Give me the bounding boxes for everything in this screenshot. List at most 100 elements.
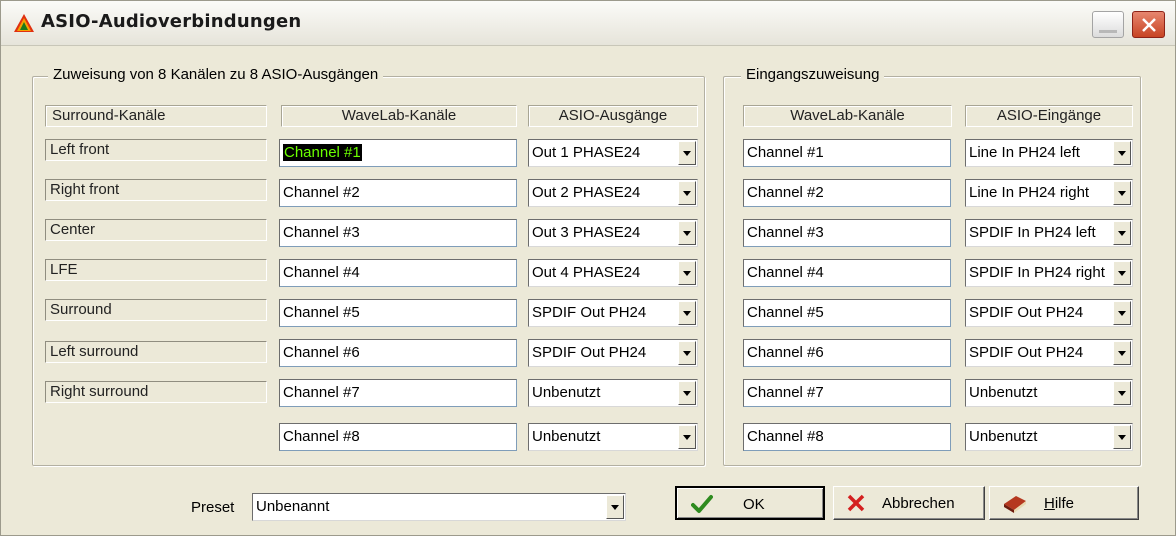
input-wavelab-channel-field[interactable]: Channel #4 [743, 259, 951, 287]
asio-input-value: SPDIF In PH24 right [969, 264, 1105, 281]
ok-button[interactable]: OK [675, 486, 825, 520]
asio-inputs-header: ASIO-Eingänge [965, 105, 1133, 127]
wavelab-channels-header: WaveLab-Kanäle [281, 105, 517, 127]
minimize-button[interactable] [1092, 11, 1124, 38]
input-wavelab-channel-field[interactable]: Channel #5 [743, 299, 951, 327]
chevron-down-icon[interactable] [1113, 341, 1131, 365]
chevron-down-icon[interactable] [1113, 181, 1131, 205]
chevron-down-icon[interactable] [678, 261, 696, 285]
wavelab-channel-value: Channel #6 [283, 344, 360, 361]
wavelab-channel-field[interactable]: Channel #7 [279, 379, 517, 407]
input-wavelab-channel-value: Channel #3 [747, 224, 824, 241]
input-wavelab-channels-header: WaveLab-Kanäle [743, 105, 952, 127]
input-wavelab-channel-value: Channel #7 [747, 384, 824, 401]
chevron-down-icon[interactable] [606, 495, 624, 519]
minimize-icon [1099, 30, 1117, 33]
input-group-legend: Eingangszuweisung [741, 66, 885, 83]
asio-output-value: SPDIF Out PH24 [532, 344, 647, 361]
asio-input-value: Unbenutzt [969, 428, 1038, 445]
input-wavelab-channel-field[interactable]: Channel #1 [743, 139, 951, 167]
asio-output-dropdown[interactable]: SPDIF Out PH24 [528, 339, 698, 367]
input-wavelab-channel-value: Channel #8 [747, 428, 824, 445]
chevron-down-icon[interactable] [1113, 261, 1131, 285]
asio-input-dropdown[interactable]: Unbenutzt [965, 379, 1133, 407]
asio-output-dropdown[interactable]: Out 3 PHASE24 [528, 219, 698, 247]
input-wavelab-channel-value: Channel #4 [747, 264, 824, 281]
surround-channel-label: LFE [45, 259, 267, 281]
chevron-down-icon[interactable] [1113, 425, 1131, 449]
asio-output-dropdown[interactable]: Unbenutzt [528, 379, 698, 407]
asio-input-dropdown[interactable]: SPDIF In PH24 right [965, 259, 1133, 287]
help-mnemonic: H [1044, 495, 1055, 512]
checkmark-icon [691, 495, 713, 513]
wavelab-channel-field[interactable]: Channel #5 [279, 299, 517, 327]
chevron-down-icon[interactable] [678, 181, 696, 205]
asio-input-dropdown[interactable]: Line In PH24 left [965, 139, 1133, 167]
ok-button-label: OK [743, 496, 765, 513]
help-button[interactable]: Hilfe [989, 486, 1139, 520]
input-wavelab-channel-field[interactable]: Channel #3 [743, 219, 951, 247]
surround-channel-label: Center [45, 219, 267, 241]
app-triangle-icon [14, 14, 34, 32]
input-wavelab-channel-field[interactable]: Channel #8 [743, 423, 951, 451]
chevron-down-icon[interactable] [1113, 141, 1131, 165]
input-wavelab-channel-value: Channel #5 [747, 304, 824, 321]
asio-output-value: SPDIF Out PH24 [532, 304, 647, 321]
asio-output-value: Out 2 PHASE24 [532, 184, 641, 201]
asio-input-dropdown[interactable]: SPDIF In PH24 left [965, 219, 1133, 247]
chevron-down-icon[interactable] [678, 381, 696, 405]
asio-output-dropdown[interactable]: Out 2 PHASE24 [528, 179, 698, 207]
window-title: ASIO-Audioverbindungen [41, 11, 302, 32]
chevron-down-icon[interactable] [678, 341, 696, 365]
asio-input-value: Line In PH24 right [969, 184, 1090, 201]
asio-input-dropdown[interactable]: SPDIF Out PH24 [965, 299, 1133, 327]
help-book-icon [1004, 496, 1026, 513]
chevron-down-icon[interactable] [678, 141, 696, 165]
preset-dropdown[interactable]: Unbenannt [252, 493, 626, 521]
cancel-x-icon [847, 494, 865, 512]
title-bar[interactable]: ASIO-Audioverbindungen [1, 1, 1175, 46]
surround-channels-header: Surround-Kanäle [45, 105, 267, 127]
asio-input-dropdown[interactable]: Unbenutzt [965, 423, 1133, 451]
chevron-down-icon[interactable] [1113, 301, 1131, 325]
asio-input-dropdown[interactable]: SPDIF Out PH24 [965, 339, 1133, 367]
asio-input-dropdown[interactable]: Line In PH24 right [965, 179, 1133, 207]
wavelab-channel-field[interactable]: Channel #4 [279, 259, 517, 287]
input-wavelab-channel-field[interactable]: Channel #2 [743, 179, 951, 207]
chevron-down-icon[interactable] [1113, 381, 1131, 405]
wavelab-channel-value: Channel #5 [283, 304, 360, 321]
wavelab-channel-field[interactable]: Channel #6 [279, 339, 517, 367]
surround-channel-label: Surround [45, 299, 267, 321]
wavelab-channel-value: Channel #2 [283, 184, 360, 201]
asio-input-value: SPDIF Out PH24 [969, 344, 1084, 361]
asio-output-value: Out 4 PHASE24 [532, 264, 641, 281]
surround-channel-label: Right surround [45, 381, 267, 403]
wavelab-channel-field[interactable]: Channel #3 [279, 219, 517, 247]
input-wavelab-channel-field[interactable]: Channel #7 [743, 379, 951, 407]
asio-output-dropdown[interactable]: Unbenutzt [528, 423, 698, 451]
asio-output-dropdown[interactable]: Out 1 PHASE24 [528, 139, 698, 167]
chevron-down-icon[interactable] [678, 301, 696, 325]
asio-output-dropdown[interactable]: SPDIF Out PH24 [528, 299, 698, 327]
preset-value: Unbenannt [256, 498, 330, 515]
preset-label: Preset [191, 499, 235, 516]
asio-dialog-window: ASIO-Audioverbindungen Zuweisung von 8 K… [0, 0, 1176, 536]
wavelab-channel-field[interactable]: Channel #2 [279, 179, 517, 207]
asio-output-value: Out 1 PHASE24 [532, 144, 641, 161]
cancel-button[interactable]: Abbrechen [833, 486, 985, 520]
asio-output-dropdown[interactable]: Out 4 PHASE24 [528, 259, 698, 287]
input-wavelab-channel-value: Channel #1 [747, 144, 824, 161]
asio-outputs-header: ASIO-Ausgänge [528, 105, 698, 127]
wavelab-channel-field[interactable]: Channel #8 [279, 423, 517, 451]
cancel-button-label: Abbrechen [882, 495, 955, 512]
chevron-down-icon[interactable] [678, 221, 696, 245]
help-button-label: Hilfe [1044, 495, 1074, 512]
chevron-down-icon[interactable] [1113, 221, 1131, 245]
input-wavelab-channel-field[interactable]: Channel #6 [743, 339, 951, 367]
asio-input-value: Line In PH24 left [969, 144, 1080, 161]
wavelab-channel-value: Channel #1 [283, 144, 362, 161]
chevron-down-icon[interactable] [678, 425, 696, 449]
wavelab-channel-field[interactable]: Channel #1 [279, 139, 517, 167]
input-wavelab-channel-value: Channel #6 [747, 344, 824, 361]
close-button[interactable] [1132, 11, 1165, 38]
